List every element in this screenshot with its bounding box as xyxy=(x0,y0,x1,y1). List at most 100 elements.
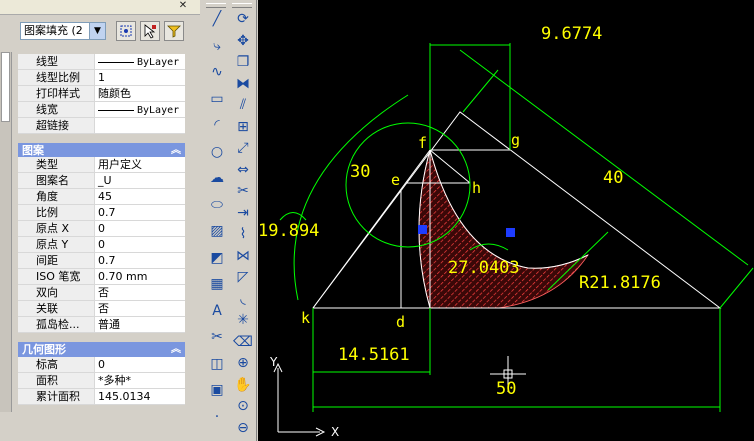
gradient-icon[interactable]: ◫ xyxy=(207,354,227,374)
dim-left-arc[interactable]: 19.894 xyxy=(258,221,319,241)
hatch-region[interactable] xyxy=(418,148,590,309)
dim-arc-angle[interactable]: 27.0403 xyxy=(448,258,520,278)
drawing-svg[interactable]: 9.6774 40 19.894 30 27.0403 R21.8176 14.… xyxy=(258,0,754,441)
text-icon[interactable]: A xyxy=(207,301,227,321)
property-row[interactable]: 间距 0.7 xyxy=(18,253,185,269)
property-row[interactable]: 超链接 xyxy=(18,118,185,134)
property-value[interactable]: 0 xyxy=(94,221,185,237)
region-icon[interactable]: ◩ xyxy=(207,248,227,268)
property-value[interactable]: 0.7 xyxy=(94,253,185,269)
table-icon[interactable]: ▦ xyxy=(207,274,227,294)
array-icon[interactable]: ⊞ xyxy=(233,117,253,137)
property-value[interactable]: 否 xyxy=(94,285,185,301)
property-value[interactable]: *多种* xyxy=(94,373,185,389)
toolbar-grip[interactable] xyxy=(232,3,252,8)
property-value[interactable]: 否 xyxy=(94,301,185,317)
scale-icon[interactable]: ⤢ xyxy=(233,138,253,158)
property-row[interactable]: 图案名 _U xyxy=(18,173,185,189)
dim-bottom-left[interactable]: 14.5161 xyxy=(338,345,410,365)
rotate-icon[interactable]: ⟳ xyxy=(233,9,253,29)
zoom-window-icon[interactable]: ⊙ xyxy=(233,396,253,416)
collapse-chevron-icon[interactable]: ︽ xyxy=(171,342,181,357)
dim-right-slope[interactable]: 40 xyxy=(603,168,623,188)
dim-top[interactable]: 9.6774 xyxy=(541,24,602,44)
property-value[interactable] xyxy=(94,118,185,134)
dim-circle[interactable]: 30 xyxy=(350,162,370,182)
property-row[interactable]: 关联否 xyxy=(18,301,185,317)
pattern-section-header[interactable]: 图案 ︽ xyxy=(18,143,185,158)
property-value[interactable]: 1 xyxy=(94,70,185,86)
property-row[interactable]: 线宽 ByLayer xyxy=(18,102,185,118)
geometry-section-header[interactable]: 几何图形 ︽ xyxy=(18,342,185,357)
property-row[interactable]: 面积 *多种* xyxy=(18,373,185,389)
toolbar-grip[interactable] xyxy=(206,3,226,8)
fillet-icon[interactable]: ◟ xyxy=(233,289,253,309)
property-value[interactable]: 145.0134 xyxy=(94,389,185,405)
property-value[interactable]: _U xyxy=(94,173,185,189)
stretch-icon[interactable]: ⇔ xyxy=(233,160,253,180)
collapse-chevron-icon[interactable]: ︽ xyxy=(171,143,181,158)
dim-bottom-total[interactable]: 50 xyxy=(496,379,516,399)
property-row[interactable]: 线型 ByLayer xyxy=(18,54,185,70)
trim-icon[interactable]: ✂ xyxy=(233,181,253,201)
property-row[interactable]: 标高 0 xyxy=(18,357,185,373)
property-value[interactable]: 0.7 xyxy=(94,205,185,221)
scroll-thumb[interactable] xyxy=(1,52,10,122)
property-row[interactable]: 线型比例 1 xyxy=(18,70,185,86)
spline-icon[interactable]: ∿ xyxy=(207,62,227,82)
property-row[interactable]: 打印样式 随颜色 xyxy=(18,86,185,102)
property-value[interactable]: 45 xyxy=(94,189,185,205)
block-icon[interactable]: ▣ xyxy=(207,380,227,400)
property-row[interactable]: 比例 0.7 xyxy=(18,205,185,221)
polyline-icon[interactable]: ⤷ xyxy=(207,36,227,56)
quick-select-button[interactable] xyxy=(116,21,136,41)
drawing-canvas[interactable]: 9.6774 40 19.894 30 27.0403 R21.8176 14.… xyxy=(258,0,754,441)
chamfer-icon[interactable]: ◸ xyxy=(233,267,253,287)
property-row[interactable]: 类型 用户定义 xyxy=(18,157,185,173)
property-row[interactable]: ISO 笔宽 0.70 mm xyxy=(18,269,185,285)
explode-icon[interactable]: ✂ xyxy=(207,327,227,347)
property-value[interactable]: 0 xyxy=(94,357,185,373)
ellipse-icon[interactable]: ⬭ xyxy=(207,195,227,215)
break-icon[interactable]: ⌇ xyxy=(233,224,253,244)
property-row[interactable]: 原点 Y0 xyxy=(18,237,185,253)
property-value[interactable]: 0 xyxy=(94,237,185,253)
revision-cloud-icon[interactable]: ☁ xyxy=(207,168,227,188)
hatch-icon[interactable]: ▨ xyxy=(207,221,227,241)
property-row[interactable]: 原点 X0 xyxy=(18,221,185,237)
pickadd-toggle-button[interactable] xyxy=(164,21,184,41)
line-k-f[interactable] xyxy=(312,149,431,309)
property-value[interactable]: 0.70 mm xyxy=(94,269,185,285)
chevron-down-icon[interactable]: ▼ xyxy=(89,23,105,39)
object-type-select[interactable]: 图案填充 (2 ▼ xyxy=(20,22,106,40)
close-icon[interactable]: ✕ xyxy=(178,1,188,11)
property-value[interactable]: ByLayer xyxy=(94,102,185,118)
pan-icon[interactable]: ✋ xyxy=(233,375,253,395)
property-row[interactable]: 角度 45 xyxy=(18,189,185,205)
grip-point[interactable] xyxy=(418,225,427,234)
offset-icon[interactable]: ⫽ xyxy=(233,95,253,115)
zoom-icon[interactable]: ⊕ xyxy=(233,353,253,373)
join-icon[interactable]: ⋈ xyxy=(233,246,253,266)
dim-radius[interactable]: R21.8176 xyxy=(579,273,661,293)
point-icon[interactable]: · xyxy=(207,407,227,427)
extend-icon[interactable]: ⇥ xyxy=(233,203,253,223)
property-value[interactable]: 随颜色 xyxy=(94,86,185,102)
property-row[interactable]: 累计面积 145.0134 xyxy=(18,389,185,405)
move-icon[interactable]: ✥ xyxy=(233,31,253,51)
zoom-prev-icon[interactable]: ⊖ xyxy=(233,418,253,438)
grip-point[interactable] xyxy=(506,228,515,237)
property-value[interactable]: 普通 xyxy=(94,317,185,333)
explode-icon[interactable]: ✳ xyxy=(233,310,253,330)
select-objects-button[interactable] xyxy=(140,21,160,41)
arc-icon[interactable]: ◜ xyxy=(207,115,227,135)
property-row[interactable]: 孤岛检... 普通 xyxy=(18,317,185,333)
line-icon[interactable]: ╱ xyxy=(207,9,227,29)
property-value[interactable]: 用户定义 xyxy=(94,157,185,173)
rectangle-icon[interactable]: ▭ xyxy=(207,89,227,109)
copy-icon[interactable]: ❐ xyxy=(233,52,253,72)
circle-icon[interactable]: ○ xyxy=(207,142,227,162)
palette-side-scrollbar[interactable] xyxy=(0,52,12,412)
property-row[interactable]: 双向否 xyxy=(18,285,185,301)
property-value[interactable]: ByLayer xyxy=(94,54,185,70)
